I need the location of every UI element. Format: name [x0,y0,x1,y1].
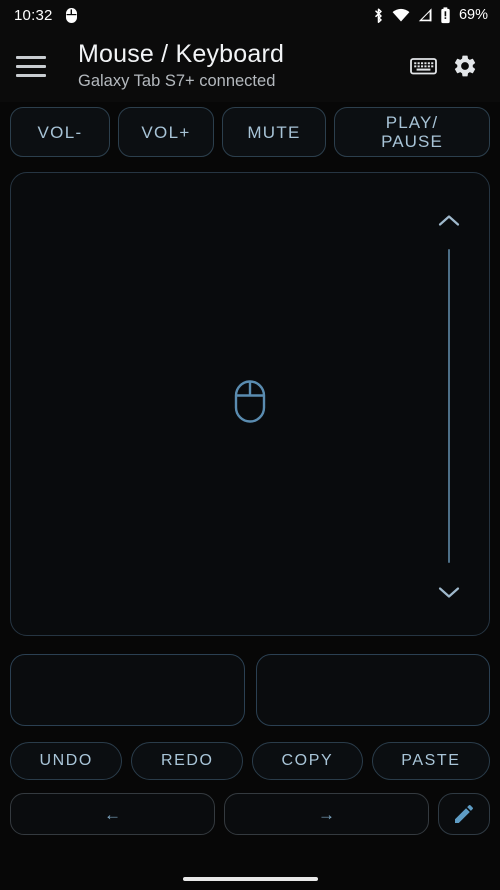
play-pause-button[interactable]: PLAY/ PAUSE [334,107,490,157]
status-bar-clock: 10:32 [14,6,53,24]
battery-percentage: 69% [458,7,488,23]
touchpad-area[interactable] [10,172,490,636]
volume-up-button[interactable]: VOL+ [118,107,214,157]
edit-text-button[interactable] [438,793,490,835]
navigation-controls-row: ← → [0,780,500,835]
media-controls-row: VOL- VOL+ MUTE PLAY/ PAUSE [0,102,500,157]
redo-button[interactable]: REDO [131,742,244,780]
wifi-icon [392,8,410,22]
right-click-button[interactable] [255,654,490,726]
paste-button[interactable]: PASTE [371,742,490,780]
app-header: Mouse / Keyboard Galaxy Tab S7+ connecte… [0,30,500,102]
hamburger-menu-icon[interactable] [16,46,56,86]
edit-controls-row: UNDO REDO COPY PASTE [0,726,500,780]
pencil-icon [455,804,474,823]
system-navigation-area [0,835,500,890]
touchpad-container [0,157,500,636]
arrow-right-icon: → [318,804,335,824]
back-button[interactable]: ← [10,793,215,835]
page-title: Mouse / Keyboard [78,40,285,68]
left-click-button[interactable] [10,654,245,726]
forward-button[interactable]: → [224,793,429,835]
status-bar: 10:32 69% [0,0,500,30]
scroll-down-button[interactable] [438,571,460,613]
mouse-buttons-row [0,636,500,726]
status-bar-notification-icons [65,7,78,24]
cellular-signal-icon [418,8,432,22]
touchpad-mouse-hint [234,380,266,429]
battery-icon [441,6,450,23]
chevron-down-icon [438,586,460,598]
scroll-strip[interactable] [419,173,479,635]
header-titles: Mouse / Keyboard Galaxy Tab S7+ connecte… [78,40,402,92]
mute-button[interactable]: MUTE [222,107,326,157]
arrow-left-icon: ← [104,804,121,824]
chevron-up-icon [438,214,460,226]
keyboard-icon [409,58,437,75]
scroll-up-button[interactable] [438,199,460,241]
undo-button[interactable]: UNDO [10,742,123,780]
scroll-track[interactable] [448,249,450,563]
keyboard-button[interactable] [402,45,444,87]
mouse-icon [65,7,77,23]
connection-status: Galaxy Tab S7+ connected [78,72,276,90]
status-bar-system-icons: 69% [372,6,488,24]
volume-down-button[interactable]: VOL- [10,107,110,157]
settings-button[interactable] [444,45,486,87]
copy-button[interactable]: COPY [252,742,363,780]
gesture-home-bar[interactable] [182,877,318,881]
gear-icon [454,55,476,77]
bluetooth-icon [375,7,382,23]
mouse-icon [234,380,266,423]
app-screen: 10:32 69% Mouse / Keyboard Galaxy Tab S7… [0,0,500,890]
